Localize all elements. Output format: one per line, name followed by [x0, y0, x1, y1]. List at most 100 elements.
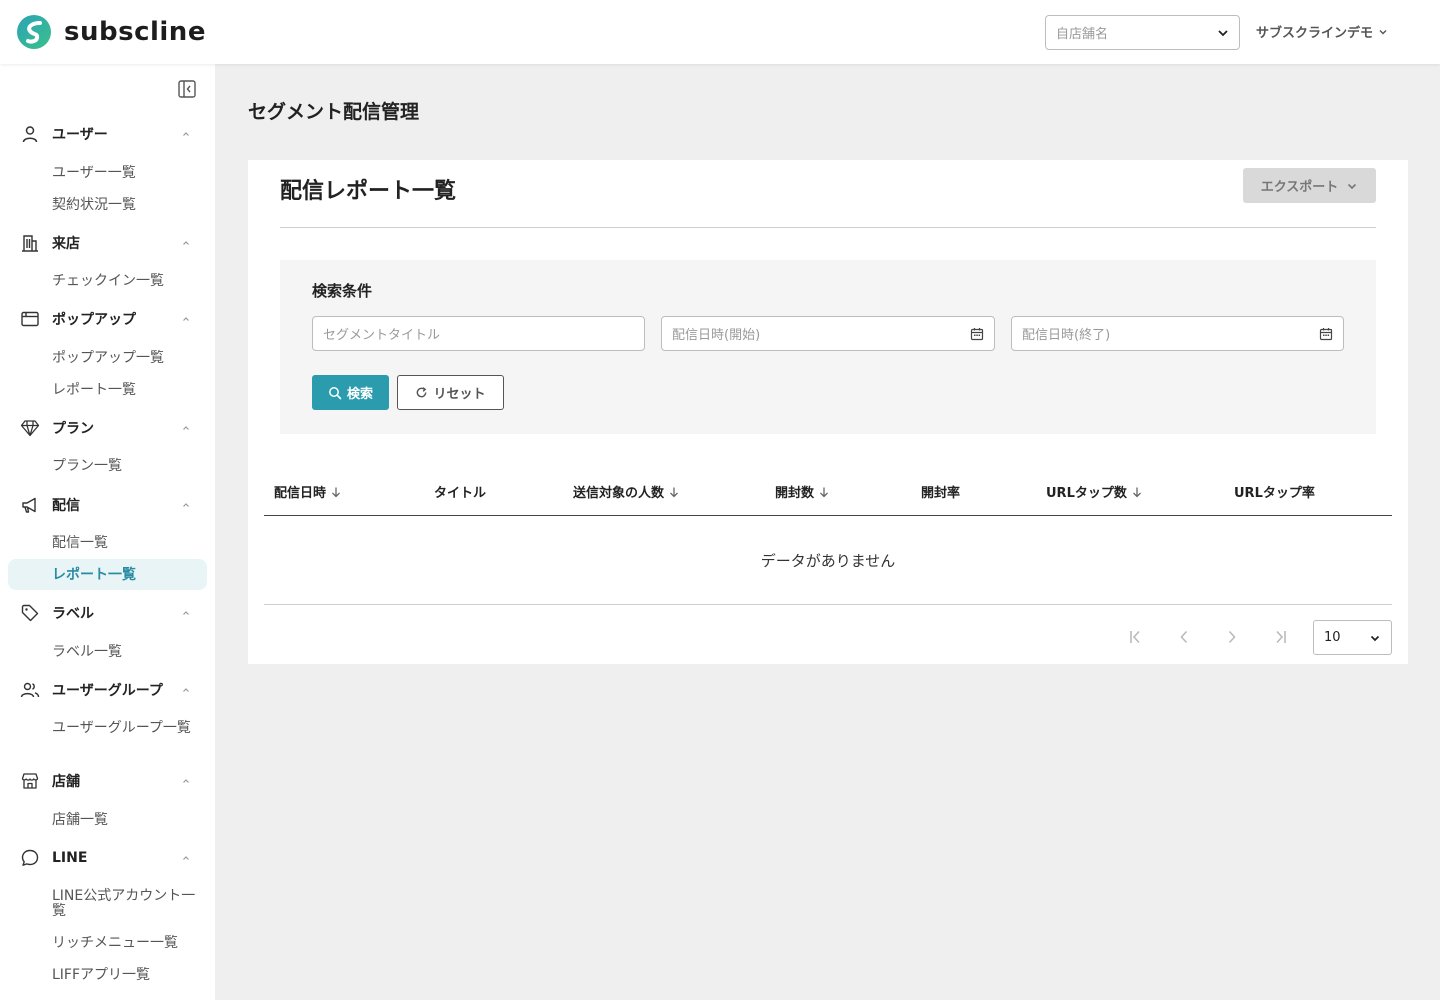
calendar-icon[interactable] — [970, 327, 984, 341]
column-header-url-tap-rate: URLタップ率 — [1234, 482, 1315, 501]
store-select[interactable]: 自店舗名 — [1045, 15, 1240, 50]
users-icon — [20, 682, 40, 698]
start-date-placeholder: 配信日時(開始) — [672, 328, 761, 343]
column-header-open-count[interactable]: 開封数 — [775, 482, 830, 501]
sidebar-section-header[interactable]: ユーザーグループ — [0, 678, 215, 702]
sort-arrow-down-icon — [1132, 487, 1141, 497]
column-header-open-rate: 開封率 — [921, 482, 960, 501]
chevron-up-icon — [183, 426, 189, 430]
sidebar-section-popup: ポップアップ — [0, 307, 215, 331]
sidebar-item-store-list[interactable]: 店舗一覧 — [52, 813, 197, 828]
search-button[interactable]: 検索 — [312, 375, 389, 410]
chevron-down-icon — [1379, 29, 1387, 34]
sidebar-section-header[interactable]: ユーザー — [0, 122, 215, 146]
sidebar-section-user-group: ユーザーグループ — [0, 678, 215, 702]
table-empty-message: データがありません — [264, 516, 1392, 605]
user-icon — [22, 126, 38, 143]
store-select-placeholder: 自店舗名 — [1056, 27, 1109, 42]
column-header-target-count[interactable]: 送信対象の人数 — [573, 482, 680, 501]
tag-icon — [21, 604, 39, 622]
sidebar-section-header[interactable]: 店舗 — [0, 769, 215, 793]
search-panel-title: 検索条件 — [312, 282, 373, 300]
sidebar-section-header[interactable]: LINE — [0, 846, 215, 870]
column-header-delivery-date[interactable]: 配信日時 — [274, 482, 342, 501]
column-header-label: 送信対象の人数 — [573, 486, 665, 501]
sidebar-item-line-account-list[interactable]: LINE公式アカウント一覧 — [52, 889, 197, 919]
export-button-label: エクスポート — [1260, 180, 1339, 195]
sidebar-item-liff-app-list[interactable]: LIFFアプリ一覧 — [52, 968, 197, 983]
chevron-up-icon — [183, 688, 189, 692]
chevron-up-icon — [183, 503, 189, 507]
sidebar-section-header[interactable]: 来店 — [0, 231, 215, 255]
sidebar-item-contract-status[interactable]: 契約状況一覧 — [52, 198, 197, 213]
column-header-url-tap-count[interactable]: URLタップ数 — [1046, 482, 1143, 501]
sidebar-item-label-list[interactable]: ラベル一覧 — [52, 645, 197, 660]
sidebar-section-header[interactable]: ラベル — [0, 601, 215, 625]
sidebar-section-header[interactable]: ポップアップ — [0, 307, 215, 331]
end-date-input[interactable]: 配信日時(終了) — [1011, 316, 1344, 351]
account-menu[interactable]: サブスクラインデモ — [1256, 22, 1389, 41]
sidebar-section-user: ユーザー — [0, 122, 215, 146]
sidebar-item-popup-list[interactable]: ポップアップ一覧 — [52, 351, 197, 366]
sidebar-section-label: ラベル — [0, 601, 215, 625]
sort-arrow-down-icon — [820, 487, 828, 497]
sidebar-section-delivery: 配信 — [0, 493, 215, 517]
column-header-label: 開封数 — [775, 486, 815, 501]
start-date-input[interactable]: 配信日時(開始) — [661, 316, 995, 351]
reset-button[interactable]: リセット — [397, 375, 504, 410]
last-page-icon[interactable] — [1272, 629, 1288, 645]
sidebar-item-delivery-report[interactable]: レポート一覧 — [52, 568, 197, 583]
first-page-icon[interactable] — [1128, 629, 1144, 645]
sidebar-item-popup-report[interactable]: レポート一覧 — [52, 383, 197, 398]
refresh-icon — [417, 387, 427, 398]
search-icon — [329, 386, 342, 399]
column-header-label: URLタップ数 — [1046, 486, 1127, 501]
sidebar-item-checkin-list[interactable]: チェックイン一覧 — [52, 274, 197, 289]
column-header-label: URLタップ率 — [1234, 486, 1315, 501]
logo[interactable]: subscline — [16, 14, 206, 50]
sidebar-section-header[interactable]: プラン — [0, 416, 215, 440]
logo-text: subscline — [64, 17, 206, 47]
sidebar-item-user-list[interactable]: ユーザー一覧 — [52, 166, 197, 181]
sidebar-item-rich-menu-list[interactable]: リッチメニュー一覧 — [52, 936, 197, 951]
chevron-up-icon — [183, 317, 189, 321]
sidebar-section-label: 来店 — [52, 236, 80, 252]
top-header: subscline 自店舗名 サブスクラインデモ — [0, 0, 1440, 64]
sidebar-collapse-icon[interactable] — [177, 79, 197, 99]
sidebar-section-label: 店舗 — [52, 774, 80, 790]
column-header-title: タイトル — [434, 482, 486, 501]
sidebar-section-label: ポップアップ — [52, 312, 136, 328]
sort-arrow-down-icon — [670, 487, 678, 497]
page-size-select[interactable]: 10 — [1313, 620, 1392, 655]
sidebar-item-user-group-list[interactable]: ユーザーグループ一覧 — [52, 721, 197, 736]
next-page-icon[interactable] — [1224, 629, 1240, 645]
sidebar-section-label: ラベル — [52, 606, 94, 622]
chevron-down-icon — [1348, 183, 1357, 189]
report-card: 配信レポート一覧 エクスポート 検索条件 セグメントタイトル 配信日時(開始) … — [248, 160, 1408, 664]
sidebar-section-label: 配信 — [52, 498, 80, 514]
column-header-label: 開封率 — [921, 486, 961, 501]
sidebar-section-label: ユーザー — [52, 127, 108, 143]
diamond-icon — [20, 420, 40, 437]
sidebar-section-plan: プラン — [0, 416, 215, 440]
megaphone-icon — [22, 497, 36, 513]
sidebar-item-delivery-list[interactable]: 配信一覧 — [52, 536, 197, 551]
sidebar-item-plan-list[interactable]: プラン一覧 — [52, 459, 197, 474]
sidebar: ユーザー ユーザー一覧 契約状況一覧 来店 チェックイン一覧 ポップアップ ポッ… — [0, 64, 215, 1000]
export-button[interactable]: エクスポート — [1243, 168, 1376, 203]
segment-title-input[interactable]: セグメントタイトル — [312, 316, 645, 351]
chevron-up-icon — [183, 779, 189, 783]
end-date-placeholder: 配信日時(終了) — [1022, 328, 1111, 343]
search-button-label: 検索 — [346, 387, 373, 402]
window-icon — [21, 311, 39, 327]
column-header-label: タイトル — [434, 486, 487, 501]
calendar-icon[interactable] — [1319, 327, 1333, 341]
chevron-down-icon — [1370, 635, 1380, 641]
logo-mark-icon — [17, 15, 51, 49]
table-header: 配信日時 タイトル 送信対象の人数 開封数 開封率 URLタップ数 URLタップ… — [264, 472, 1392, 516]
previous-page-icon[interactable] — [1176, 629, 1192, 645]
sidebar-section-label: プラン — [52, 421, 94, 437]
account-name: サブスクラインデモ — [1256, 26, 1374, 41]
sidebar-section-header[interactable]: 配信 — [0, 493, 215, 517]
sidebar-section-label: ユーザーグループ — [52, 683, 163, 699]
